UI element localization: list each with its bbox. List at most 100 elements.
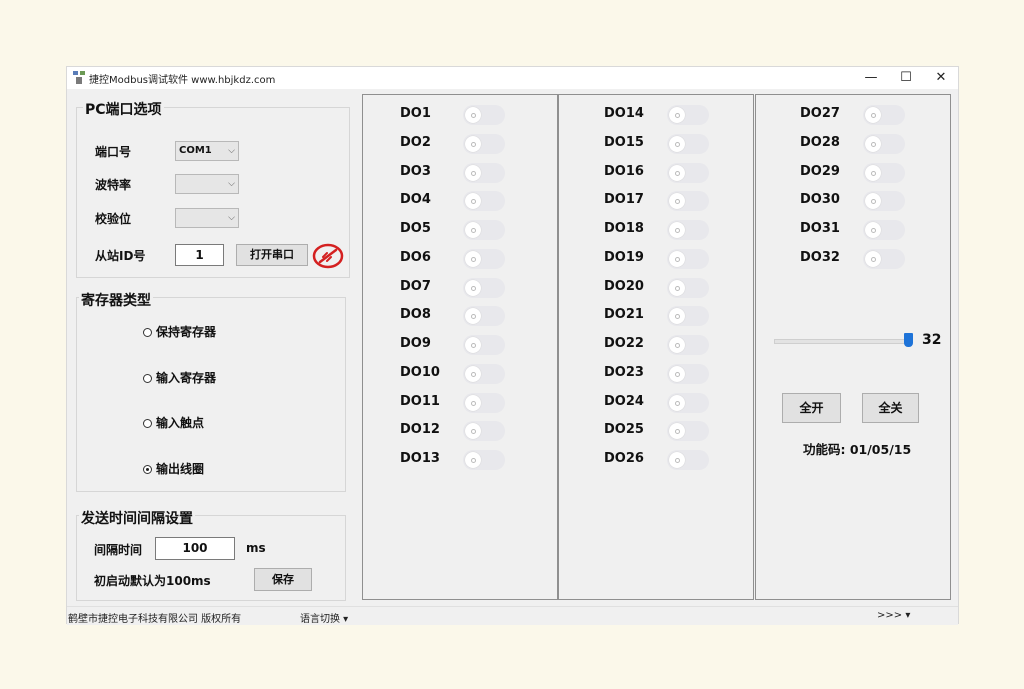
do-label: DO20 <box>604 278 644 294</box>
toggle-knob <box>669 365 685 382</box>
window-title: 捷控Modbus调试软件 www.hbjkdz.com <box>89 75 276 86</box>
do-toggle-switch[interactable] <box>667 162 709 183</box>
chevron-down-icon: ⌵ <box>228 213 235 223</box>
toggle-knob <box>865 193 881 210</box>
do-label: DO25 <box>604 422 644 438</box>
do-toggle-switch[interactable] <box>667 450 709 470</box>
language-switch[interactable]: 语言切换 ▾ <box>300 610 348 625</box>
do-toggle-switch[interactable] <box>463 306 505 327</box>
do-label: DO5 <box>400 221 431 236</box>
do-label: DO8 <box>400 307 431 323</box>
radio-label: 保持寄存器 <box>156 325 217 339</box>
do-toggle-switch[interactable] <box>863 248 905 269</box>
do-toggle-switch[interactable] <box>667 191 709 212</box>
interval-title: 发送时间间隔设置 <box>79 508 195 528</box>
port-label: 端口号 <box>95 145 132 159</box>
close-button[interactable]: ✕ <box>923 67 959 89</box>
radio-button-icon <box>143 419 152 428</box>
do-toggle-switch[interactable] <box>667 335 709 355</box>
radio-label: 输出线圈 <box>156 462 205 476</box>
do-label: DO18 <box>604 221 644 236</box>
title-bar[interactable]: 捷控Modbus调试软件 www.hbjkdz.com — ☐ ✕ <box>67 67 958 89</box>
do-panel-2 <box>558 94 754 600</box>
do-toggle-switch[interactable] <box>667 105 709 125</box>
app-icon <box>73 71 85 84</box>
radio-input-contact[interactable]: 输入触点 <box>143 414 204 431</box>
toggle-knob <box>669 279 685 296</box>
count-slider-thumb[interactable] <box>904 333 913 347</box>
baud-select[interactable]: ⌵ <box>175 174 239 194</box>
do-toggle-switch[interactable] <box>463 133 505 154</box>
do-toggle-switch[interactable] <box>667 392 709 413</box>
do-panel-1 <box>362 94 558 600</box>
do-label: DO17 <box>604 192 644 208</box>
parity-select[interactable]: ⌵ <box>175 208 239 228</box>
do-toggle-switch[interactable] <box>463 335 505 355</box>
baud-label: 波特率 <box>95 178 132 192</box>
radio-input-register[interactable]: 输入寄存器 <box>143 369 216 386</box>
do-toggle-switch[interactable] <box>463 392 505 413</box>
do-toggle-switch[interactable] <box>667 363 709 384</box>
do-toggle-switch[interactable] <box>667 220 709 240</box>
do-toggle-switch[interactable] <box>863 191 905 212</box>
do-toggle-switch[interactable] <box>667 306 709 327</box>
minimize-button[interactable]: — <box>853 67 889 89</box>
do-toggle-switch[interactable] <box>463 421 505 442</box>
do-label: DO24 <box>604 393 644 409</box>
do-label: DO22 <box>604 336 644 351</box>
do-label: DO1 <box>400 106 431 121</box>
toggle-knob <box>465 279 481 296</box>
radio-holding-register[interactable]: 保持寄存器 <box>143 323 216 340</box>
do-label: DO26 <box>604 451 644 466</box>
maximize-button[interactable]: ☐ <box>888 67 924 89</box>
do-toggle-switch[interactable] <box>863 133 905 154</box>
open-port-button[interactable]: 打开串口 <box>236 244 308 266</box>
interval-input[interactable]: 100 <box>155 537 235 560</box>
do-toggle-switch[interactable] <box>667 277 709 298</box>
do-label: DO23 <box>604 364 644 380</box>
more-menu[interactable]: >>> ▾ <box>877 610 910 621</box>
all-off-button[interactable]: 全关 <box>862 393 919 423</box>
toggle-knob <box>865 164 881 181</box>
do-toggle-switch[interactable] <box>863 162 905 183</box>
toggle-knob <box>669 222 685 238</box>
do-label: DO21 <box>604 307 644 323</box>
toggle-knob <box>669 107 685 123</box>
do-toggle-switch[interactable] <box>463 220 505 240</box>
do-toggle-switch[interactable] <box>463 162 505 183</box>
radio-label: 输入触点 <box>156 416 205 430</box>
do-toggle-switch[interactable] <box>463 105 505 125</box>
do-toggle-switch[interactable] <box>463 450 505 470</box>
do-toggle-switch[interactable] <box>463 277 505 298</box>
toggle-knob <box>669 308 685 325</box>
do-toggle-switch[interactable] <box>463 363 505 384</box>
save-button[interactable]: 保存 <box>254 568 312 591</box>
do-toggle-switch[interactable] <box>463 191 505 212</box>
disconnected-plug-icon[interactable] <box>311 242 345 270</box>
do-label: DO4 <box>400 192 431 208</box>
do-toggle-switch[interactable] <box>667 421 709 442</box>
app-window: 捷控Modbus调试软件 www.hbjkdz.com — ☐ ✕ PC端口选项… <box>66 66 959 625</box>
all-on-button[interactable]: 全开 <box>782 393 841 423</box>
do-toggle-switch[interactable] <box>863 105 905 125</box>
function-code-label: 功能码: 01/05/15 <box>803 442 912 457</box>
do-label: DO15 <box>604 134 644 150</box>
toggle-knob <box>465 423 481 440</box>
do-toggle-switch[interactable] <box>863 220 905 240</box>
do-toggle-switch[interactable] <box>667 133 709 154</box>
parity-label: 校验位 <box>95 212 132 226</box>
count-slider-track[interactable] <box>774 339 911 344</box>
do-toggle-switch[interactable] <box>667 248 709 269</box>
port-select[interactable]: COM1 ⌵ <box>175 141 239 161</box>
do-label: DO13 <box>400 451 440 466</box>
port-select-value: COM1 <box>179 145 212 156</box>
default-interval-note: 初启动默认为100ms <box>94 574 211 588</box>
slave-id-input[interactable]: 1 <box>175 244 224 266</box>
do-toggle-switch[interactable] <box>463 248 505 269</box>
do-label: DO6 <box>400 249 431 265</box>
toggle-knob <box>865 107 881 123</box>
company-copyright: 鹤壁市捷控电子科技有限公司 版权所有 <box>68 614 242 625</box>
radio-output-coil[interactable]: 输出线圈 <box>143 460 204 477</box>
do-label: DO3 <box>400 163 431 179</box>
toggle-knob <box>465 107 481 123</box>
